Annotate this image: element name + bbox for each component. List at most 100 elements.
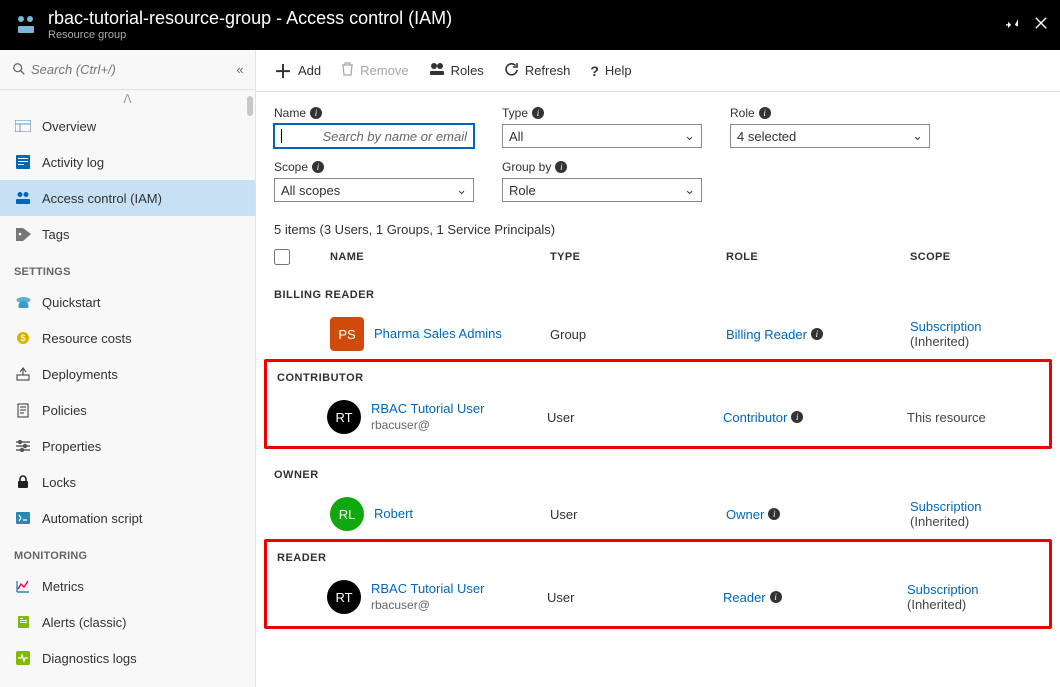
- help-icon: ?: [590, 63, 599, 79]
- sidebar-label: Locks: [42, 475, 76, 490]
- resource-group-icon: [12, 11, 40, 39]
- sidebar-item-overview[interactable]: Overview: [0, 108, 255, 144]
- filter-type-select[interactable]: All⌄: [502, 124, 702, 148]
- resource-costs-icon: $: [14, 329, 32, 347]
- access-control-icon: [14, 189, 32, 207]
- filter-groupby-select[interactable]: Role⌄: [502, 178, 702, 202]
- row-name-link[interactable]: RBAC Tutorial User: [371, 581, 547, 597]
- info-icon[interactable]: i: [791, 411, 803, 423]
- sidebar-item-access-control[interactable]: Access control (IAM): [0, 180, 255, 216]
- roles-icon: [429, 62, 445, 79]
- group-header-contributor: CONTRIBUTOR: [277, 364, 1039, 394]
- pin-icon[interactable]: [1006, 16, 1020, 35]
- add-button[interactable]: ＋ Add: [274, 58, 321, 84]
- sidebar-label: Tags: [42, 227, 69, 242]
- group-header-reader: READER: [277, 544, 1039, 574]
- sidebar-section-settings: SETTINGS: [0, 252, 255, 284]
- row-scope-link[interactable]: Subscription: [907, 582, 979, 597]
- row-scope-link[interactable]: Subscription: [910, 319, 982, 334]
- sidebar-item-locks[interactable]: Locks: [0, 464, 255, 500]
- row-role-link[interactable]: Contributor: [723, 410, 787, 425]
- sidebar-label: Overview: [42, 119, 96, 134]
- highlight-contributor: CONTRIBUTOR RT RBAC Tutorial User rbacus…: [264, 359, 1052, 449]
- refresh-button[interactable]: Refresh: [504, 62, 571, 80]
- filter-type-label: Type i: [502, 106, 702, 120]
- table-row[interactable]: PS Pharma Sales Admins Group Billing Rea…: [256, 311, 1060, 357]
- sidebar-item-diagnostics-logs[interactable]: Diagnostics logs: [0, 640, 255, 676]
- search-icon: [12, 62, 26, 79]
- overview-icon: [14, 117, 32, 135]
- sidebar-label: Deployments: [42, 367, 118, 382]
- row-role-link[interactable]: Reader: [723, 590, 766, 605]
- main-content: ＋ Add Remove Roles Refresh: [256, 50, 1060, 687]
- row-sub: rbacuser@: [371, 418, 547, 433]
- activity-log-icon: [14, 153, 32, 171]
- row-name-link[interactable]: Pharma Sales Admins: [374, 326, 550, 342]
- tags-icon: [14, 225, 32, 243]
- diagnostics-icon: [14, 649, 32, 667]
- sidebar-item-metrics[interactable]: Metrics: [0, 568, 255, 604]
- table-row[interactable]: RT RBAC Tutorial User rbacuser@ User Rea…: [277, 574, 1039, 620]
- trash-icon: [341, 62, 354, 79]
- filter-role-select[interactable]: 4 selected⌄: [730, 124, 930, 148]
- info-icon[interactable]: i: [811, 328, 823, 340]
- sidebar-item-deployments[interactable]: Deployments: [0, 356, 255, 392]
- col-scope[interactable]: SCOPE: [910, 251, 1042, 263]
- close-icon[interactable]: [1034, 16, 1048, 35]
- sidebar-label: Resource costs: [42, 331, 132, 346]
- sidebar-label: Automation script: [42, 511, 142, 526]
- sidebar-item-properties[interactable]: Properties: [0, 428, 255, 464]
- col-type[interactable]: TYPE: [550, 251, 726, 263]
- sidebar-item-alerts[interactable]: Alerts (classic): [0, 604, 255, 640]
- help-button[interactable]: ? Help: [590, 63, 631, 79]
- properties-icon: [14, 437, 32, 455]
- info-icon[interactable]: i: [768, 508, 780, 520]
- col-name[interactable]: NAME: [330, 251, 550, 263]
- avatar: RL: [330, 497, 364, 531]
- filter-name-input[interactable]: Search by name or email: [274, 124, 474, 148]
- info-icon[interactable]: i: [759, 107, 771, 119]
- sidebar-search-input[interactable]: [8, 57, 216, 83]
- table-row[interactable]: RT RBAC Tutorial User rbacuser@ User Con…: [277, 394, 1039, 440]
- row-scope-link[interactable]: Subscription: [910, 499, 982, 514]
- select-all-checkbox[interactable]: [274, 249, 290, 265]
- avatar: RT: [327, 580, 361, 614]
- row-type: User: [547, 590, 723, 605]
- sidebar-item-quickstart[interactable]: Quickstart: [0, 284, 255, 320]
- sidebar-label: Quickstart: [42, 295, 101, 310]
- filter-scope-select[interactable]: All scopes⌄: [274, 178, 474, 202]
- info-icon[interactable]: i: [312, 161, 324, 173]
- sidebar-section-monitoring: MONITORING: [0, 536, 255, 568]
- row-role-link[interactable]: Owner: [726, 507, 764, 522]
- sidebar-label: Metrics: [42, 579, 84, 594]
- sidebar-item-activity-log[interactable]: Activity log: [0, 144, 255, 180]
- col-role[interactable]: ROLE: [726, 251, 910, 263]
- info-icon[interactable]: i: [555, 161, 567, 173]
- chevron-down-icon: ⌄: [456, 182, 467, 198]
- info-icon[interactable]: i: [310, 107, 322, 119]
- info-icon[interactable]: i: [532, 107, 544, 119]
- chevron-down-icon: ⌄: [684, 128, 695, 144]
- sidebar-item-automation-script[interactable]: Automation script: [0, 500, 255, 536]
- row-name-link[interactable]: Robert: [374, 506, 550, 522]
- roles-button[interactable]: Roles: [429, 62, 484, 79]
- metrics-icon: [14, 577, 32, 595]
- blade-title: rbac-tutorial-resource-group - Access co…: [48, 8, 1006, 30]
- group-header-billing: BILLING READER: [256, 275, 1060, 311]
- scroll-up-icon[interactable]: ᐱ: [0, 90, 255, 108]
- blade-header: rbac-tutorial-resource-group - Access co…: [0, 0, 1060, 50]
- avatar: PS: [330, 317, 364, 351]
- plus-icon: ＋: [274, 58, 292, 84]
- table-row[interactable]: RL Robert User Owner i Subscription (Inh…: [256, 491, 1060, 537]
- row-name-link[interactable]: RBAC Tutorial User: [371, 401, 547, 417]
- sidebar-item-resource-costs[interactable]: $ Resource costs: [0, 320, 255, 356]
- row-role-link[interactable]: Billing Reader: [726, 327, 807, 342]
- automation-script-icon: [14, 509, 32, 527]
- highlight-reader: READER RT RBAC Tutorial User rbacuser@ U…: [264, 539, 1052, 629]
- sidebar-item-tags[interactable]: Tags: [0, 216, 255, 252]
- collapse-sidebar-icon[interactable]: «: [231, 62, 249, 77]
- scrollbar-thumb[interactable]: [247, 96, 253, 116]
- sidebar-item-policies[interactable]: Policies: [0, 392, 255, 428]
- svg-text:$: $: [20, 333, 25, 343]
- info-icon[interactable]: i: [770, 591, 782, 603]
